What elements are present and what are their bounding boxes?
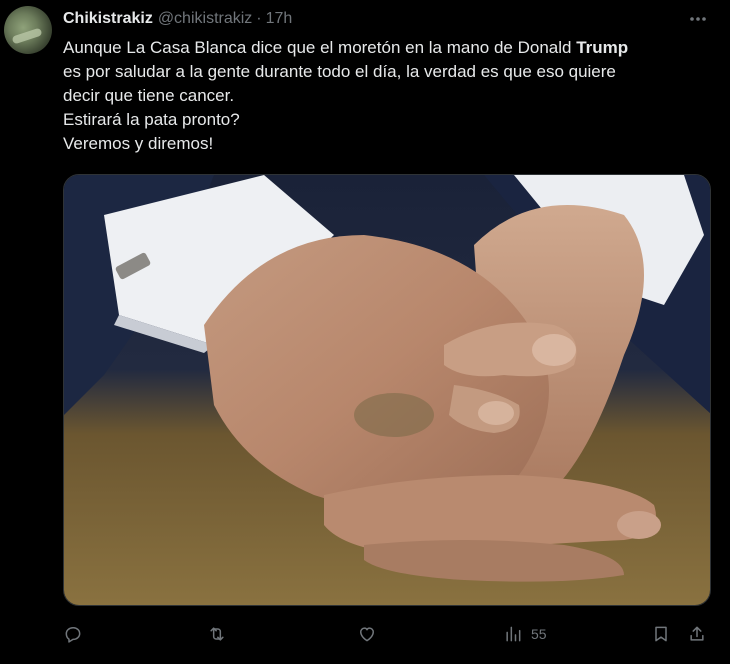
author-avatar[interactable]	[4, 6, 52, 54]
reply-button[interactable]	[63, 622, 83, 646]
bookmark-icon	[655, 626, 667, 642]
tweet-photo[interactable]	[63, 174, 711, 606]
header-separator: ·	[256, 10, 262, 27]
tweet-text-line: Estirará la pata pronto?	[63, 110, 240, 129]
tweet-text-line: Aunque La Casa Blanca dice que el moretó…	[63, 36, 713, 60]
tweet-text-bold: Trump	[576, 38, 629, 57]
tweet-header: Chikistrakiz @chikistrakiz · 17h	[63, 9, 292, 29]
tweet-text-line: decir que tiene cancer.	[63, 86, 235, 105]
tweet-text-line: es por saludar a la gente durante todo e…	[63, 62, 616, 81]
retweet-icon	[210, 627, 224, 641]
reply-icon	[65, 627, 81, 643]
like-button[interactable]	[357, 622, 377, 646]
author-handle[interactable]: @chikistrakiz	[158, 10, 252, 28]
author-display-name[interactable]: Chikistrakiz	[63, 10, 153, 28]
tweet-timestamp[interactable]: 17h	[266, 10, 293, 28]
bookmark-button[interactable]	[651, 622, 671, 646]
tweet-text-line: Veremos y diremos!	[63, 134, 214, 153]
views-count: 55	[531, 626, 547, 642]
tweet-text-segment: Aunque La Casa Blanca dice que el moretó…	[63, 38, 577, 57]
photo-clasped-hands	[64, 175, 710, 605]
heart-icon	[360, 627, 374, 642]
more-dots-icon	[690, 17, 706, 21]
share-icon	[690, 626, 704, 641]
retweet-button[interactable]	[207, 622, 227, 646]
tweet-text: Aunque La Casa Blanca dice que el moretó…	[63, 36, 713, 156]
tweet-actions-bar: 55	[63, 622, 713, 646]
tweet-article[interactable]: Chikistrakiz @chikistrakiz · 17h Aunque …	[0, 0, 730, 664]
share-button[interactable]	[687, 622, 707, 646]
views-chart-icon	[506, 626, 521, 642]
views-button[interactable]: 55	[503, 622, 547, 646]
more-options-button[interactable]	[688, 9, 708, 29]
